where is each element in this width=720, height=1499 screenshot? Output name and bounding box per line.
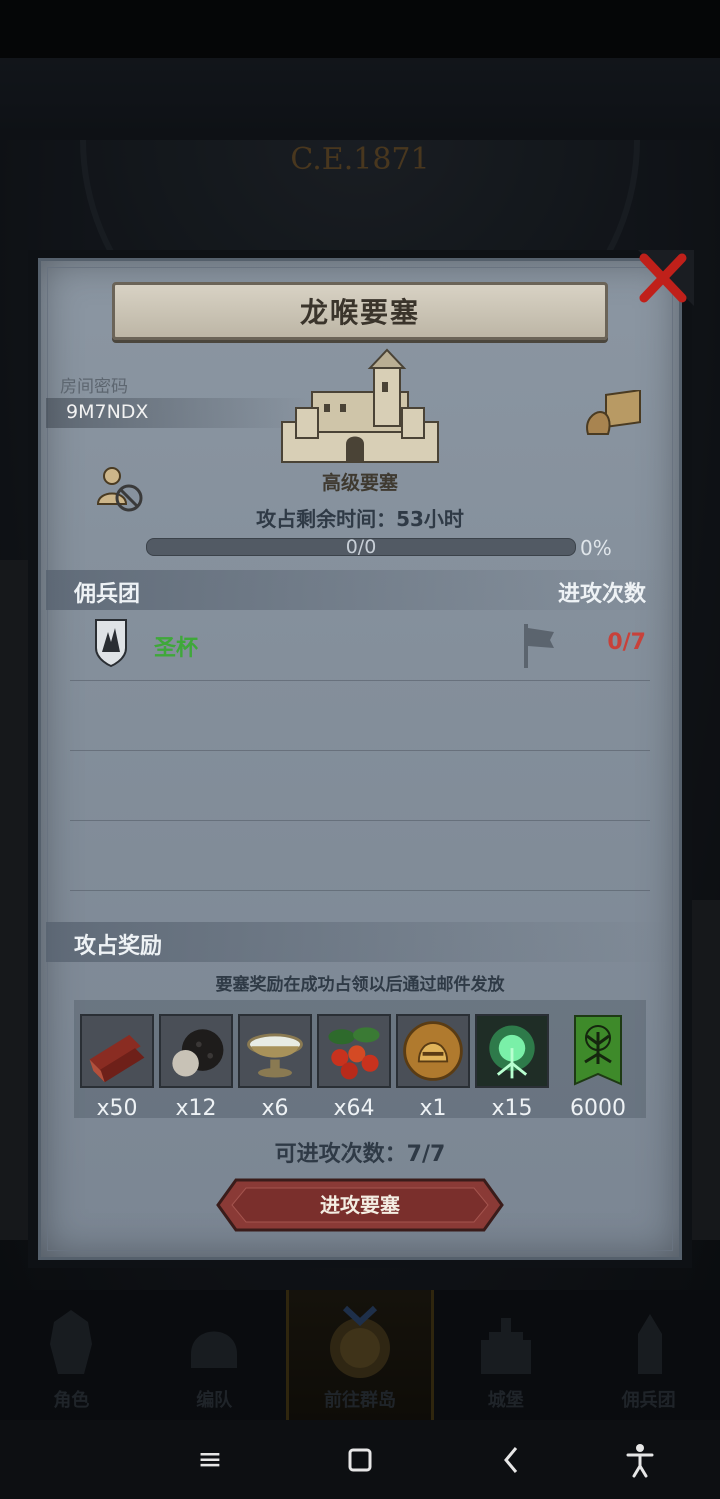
row-divider [70, 680, 650, 681]
attacks-header: 进攻次数 [557, 582, 646, 607]
row-divider [70, 750, 650, 751]
dialog-title: 龙喉要塞 [299, 296, 420, 329]
shield-emblem-icon [95, 619, 127, 668]
home-button[interactable] [340, 1440, 380, 1480]
reward-item[interactable]: x6 [238, 1014, 312, 1121]
attack-fortress-button[interactable]: 进攻要塞 [216, 1178, 504, 1232]
reward-qty: x1 [419, 1096, 447, 1121]
mercenary-row[interactable]: 圣杯 0/7 [70, 612, 650, 680]
guild-banner-icon [574, 1015, 622, 1086]
milk-bowl-icon [238, 1014, 312, 1088]
flag-icon [524, 624, 554, 668]
reward-item[interactable]: 6000 [561, 1014, 635, 1121]
attempts-remaining: 可进攻次数：7/7 [274, 1142, 446, 1167]
reward-qty: x12 [175, 1096, 217, 1121]
close-button[interactable] [634, 250, 694, 306]
loot-bag-icon[interactable] [584, 390, 646, 438]
rewards-note: 要塞奖励在成功占领以后通过邮件发放 [215, 975, 505, 995]
progress-count: 0/0 [345, 536, 377, 558]
knight-helmet-coin-icon [396, 1014, 470, 1088]
reward-item[interactable]: x15 [475, 1014, 549, 1121]
mercenary-attacks: 0/7 [607, 630, 646, 655]
accessibility-icon[interactable] [620, 1440, 660, 1480]
mercenary-header: 佣兵团 [74, 582, 141, 607]
reward-qty: x64 [333, 1096, 375, 1121]
green-tree-spirit-icon [475, 1014, 549, 1088]
title-banner: 龙喉要塞 [112, 282, 608, 340]
progress-percent: 0% [580, 536, 612, 560]
reward-qty: x6 [261, 1096, 289, 1121]
reward-item[interactable]: x1 [396, 1014, 470, 1121]
berries-icon [317, 1014, 391, 1088]
recent-apps-button[interactable]: ≡ [190, 1440, 230, 1480]
fortress-icon [281, 348, 439, 463]
reward-item[interactable]: x64 [317, 1014, 391, 1121]
reward-qty: x50 [96, 1096, 138, 1121]
user-block-icon[interactable] [96, 466, 144, 512]
reward-item[interactable]: x50 [80, 1014, 154, 1121]
rewards-header: 攻占奖励 [74, 934, 163, 959]
row-divider [70, 820, 650, 821]
status-bar [0, 0, 720, 58]
system-nav-bar: ≡ [0, 1420, 720, 1499]
row-divider [70, 890, 650, 891]
reward-qty: x15 [491, 1096, 533, 1121]
truffle-icon [159, 1014, 233, 1088]
room-code-label: 房间密码 [60, 377, 128, 397]
mercenary-name: 圣杯 [154, 636, 199, 661]
room-code[interactable]: 9M7NDX [66, 401, 148, 423]
reward-item[interactable]: x12 [159, 1014, 233, 1121]
wood-planks-icon [80, 1014, 154, 1088]
reward-qty: 6000 [570, 1096, 626, 1121]
back-button[interactable] [492, 1440, 532, 1480]
